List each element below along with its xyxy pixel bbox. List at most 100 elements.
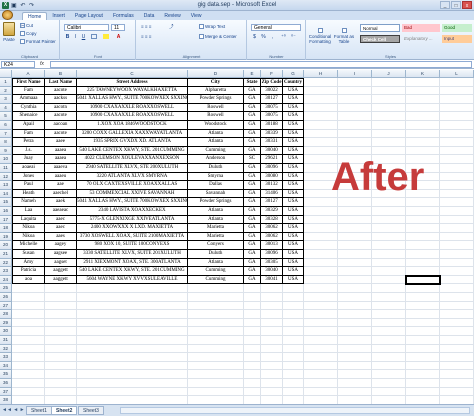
row-header[interactable]: 33 [0, 353, 12, 362]
empty-cell[interactable] [12, 344, 45, 354]
empty-cell[interactable] [406, 129, 440, 139]
table-cell[interactable]: GA [244, 172, 261, 182]
fx-icon[interactable]: fx [40, 61, 44, 67]
row-header[interactable]: 4 [0, 103, 12, 113]
empty-cell[interactable] [338, 78, 372, 87]
style-explanatory[interactable]: Explanatory ... [402, 35, 440, 43]
empty-cell[interactable] [244, 387, 261, 397]
row-header[interactable]: 24 [0, 275, 12, 285]
table-cell[interactable]: 30041 [261, 275, 283, 285]
empty-cell[interactable] [338, 138, 372, 147]
empty-cell[interactable] [406, 293, 440, 302]
row-header[interactable]: 38 [0, 396, 12, 404]
row-header[interactable]: 16 [0, 207, 12, 216]
table-cell[interactable]: Cumming [188, 275, 244, 285]
empty-cell[interactable] [338, 95, 372, 104]
tab-formulas[interactable]: Formulas [108, 12, 139, 20]
empty-cell[interactable] [45, 353, 77, 362]
table-cell[interactable]: aoaeai [12, 164, 45, 173]
table-cell[interactable]: 30096 [261, 250, 283, 259]
table-cell[interactable]: GA [244, 121, 261, 130]
table-cell[interactable]: GA [244, 86, 261, 96]
table-cell[interactable]: Duluth [188, 250, 244, 259]
empty-cell[interactable] [406, 310, 440, 319]
table-cell[interactable]: Juay [12, 155, 45, 164]
sheet-tab-sheet3[interactable]: Sheet3 [78, 406, 104, 415]
empty-cell[interactable] [440, 267, 474, 276]
empty-cell[interactable] [188, 293, 244, 302]
empty-cell[interactable] [77, 396, 188, 404]
empty-cell[interactable] [12, 327, 45, 336]
empty-cell[interactable] [338, 284, 372, 293]
empty-cell[interactable] [338, 215, 372, 225]
empty-cell[interactable] [304, 138, 338, 147]
empty-cell[interactable] [338, 207, 372, 216]
empty-cell[interactable] [406, 387, 440, 397]
empty-cell[interactable] [372, 224, 406, 233]
empty-cell[interactable] [283, 353, 304, 362]
table-cell[interactable]: aacote [45, 112, 77, 121]
empty-cell[interactable] [406, 112, 440, 121]
empty-cell[interactable] [372, 112, 406, 121]
table-cell[interactable]: USA [283, 232, 304, 242]
row-header[interactable]: 5 [0, 112, 12, 121]
empty-cell[interactable] [372, 121, 406, 130]
table-cell[interactable]: Smyrna [188, 172, 244, 182]
table-cell[interactable]: aacoan [45, 121, 77, 130]
orientation-icon[interactable]: ⤴ [169, 24, 174, 30]
horizontal-scrollbar[interactable] [120, 407, 470, 414]
tab-review[interactable]: Review [159, 12, 185, 20]
table-cell[interactable]: aae [45, 181, 77, 190]
maximize-button[interactable]: □ [451, 1, 461, 9]
empty-cell[interactable] [45, 361, 77, 371]
table-cell[interactable]: Roswell [188, 103, 244, 113]
empty-cell[interactable] [406, 344, 440, 354]
font-name-dropdown[interactable]: Calibri [64, 24, 109, 31]
empty-cell[interactable] [440, 181, 474, 190]
comma-button[interactable]: , [269, 34, 276, 40]
empty-cell[interactable] [372, 258, 406, 268]
table-cell[interactable]: 30328 [261, 215, 283, 225]
table-cell[interactable]: Heath [12, 189, 45, 199]
empty-cell[interactable] [244, 344, 261, 354]
row-header[interactable]: 32 [0, 344, 12, 354]
table-cell[interactable]: 30127 [261, 95, 283, 104]
increase-decimal-icon[interactable]: ⁺⁰ [280, 34, 287, 40]
empty-cell[interactable] [406, 86, 440, 96]
table-cell[interactable]: 3220 ATLANTA XLVX SMYRNA [77, 172, 188, 182]
empty-cell[interactable] [406, 284, 440, 293]
empty-cell[interactable] [372, 293, 406, 302]
row-header[interactable]: 20 [0, 241, 12, 250]
row-header[interactable]: 18 [0, 224, 12, 233]
table-cell[interactable]: Powder Springs [188, 95, 244, 104]
empty-cell[interactable] [406, 327, 440, 336]
empty-cell[interactable] [440, 146, 474, 156]
empty-cell[interactable] [304, 198, 338, 207]
table-cell[interactable]: Susan [12, 250, 45, 259]
sheet-tab-sheet1[interactable]: Sheet1 [26, 406, 52, 415]
table-cell[interactable]: 30305 [261, 258, 283, 268]
table-cell[interactable]: GA [244, 232, 261, 242]
row-header[interactable]: 26 [0, 293, 12, 302]
italic-button[interactable]: I [72, 34, 79, 40]
style-good[interactable]: Good [442, 24, 472, 32]
empty-cell[interactable] [188, 301, 244, 311]
table-cell[interactable]: Laquita [12, 215, 45, 225]
empty-cell[interactable] [372, 241, 406, 250]
empty-cell[interactable] [12, 318, 45, 328]
empty-cell[interactable] [304, 95, 338, 104]
table-cell[interactable]: USA [283, 258, 304, 268]
row-header[interactable]: 12 [0, 172, 12, 182]
sheet-tab-sheet2[interactable]: Sheet2 [51, 406, 78, 415]
table-cell[interactable]: Dallas [188, 181, 244, 190]
empty-cell[interactable] [372, 284, 406, 293]
empty-cell[interactable] [372, 318, 406, 328]
table-cell[interactable]: Powder Springs [188, 198, 244, 207]
empty-cell[interactable] [188, 396, 244, 404]
currency-button[interactable]: $ [251, 34, 258, 40]
paste-button[interactable]: Paste [2, 22, 16, 42]
empty-cell[interactable] [12, 284, 45, 293]
empty-cell[interactable] [261, 284, 283, 293]
table-header-cell[interactable]: First Name [12, 78, 45, 87]
empty-cell[interactable] [283, 293, 304, 302]
